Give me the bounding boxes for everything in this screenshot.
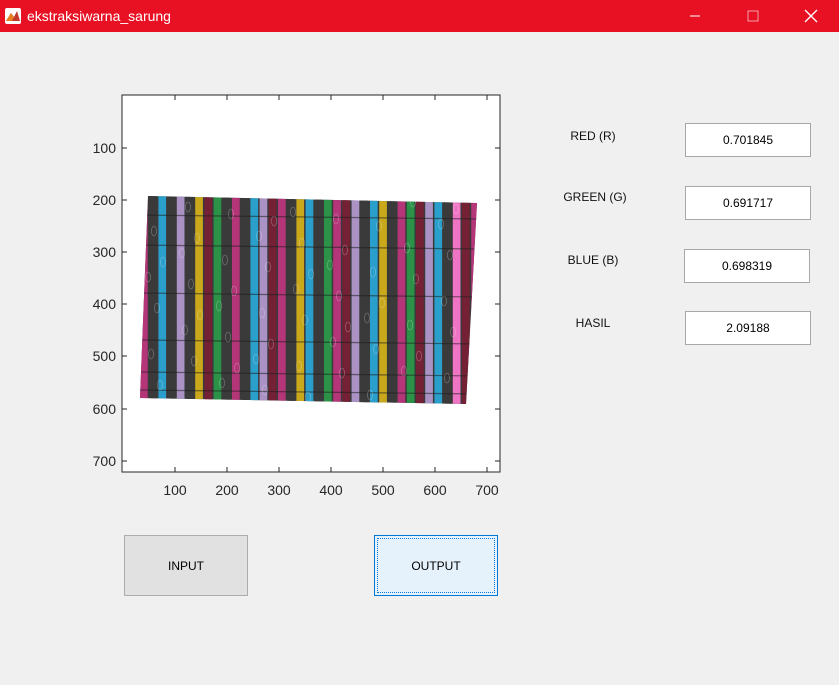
minimize-icon (690, 15, 700, 17)
sarung-stripe (149, 196, 157, 404)
red-label: RED (R) (570, 129, 616, 143)
output-button[interactable]: OUTPUT (374, 535, 498, 596)
y-tick-label: 400 (93, 296, 117, 312)
y-tick-label: 600 (93, 401, 117, 417)
sarung-stripe (452, 196, 461, 404)
sarung-stripe (397, 196, 406, 404)
close-button[interactable] (782, 0, 839, 32)
window-title: ekstraksiwarna_sarung (27, 8, 171, 24)
x-tick-label: 100 (163, 482, 187, 498)
sarung-image (140, 196, 477, 404)
sarung-stripe (250, 196, 259, 404)
sarung-stripe (158, 196, 167, 404)
sarung-stripe (213, 196, 222, 404)
y-tick-label: 100 (93, 140, 117, 156)
x-tick-label: 400 (319, 482, 343, 498)
sarung-stripe (167, 196, 176, 404)
image-axes: 100 200 300 400 500 600 700 100 200 300 400 500 600… (93, 94, 501, 498)
sarung-stripe (388, 196, 397, 404)
sarung-stripe (186, 196, 194, 404)
y-tick-label: 200 (93, 192, 117, 208)
sarung-stripe (434, 196, 443, 404)
blue-label: BLUE (B) (567, 253, 619, 267)
y-tick-label: 500 (93, 348, 117, 364)
matlab-logo-icon (5, 8, 21, 24)
sarung-stripe (443, 196, 452, 404)
title-bar: ekstraksiwarna_sarung (0, 0, 839, 32)
blue-value-field[interactable]: 0.698319 (684, 249, 810, 283)
close-icon (804, 9, 818, 23)
sarung-stripe (204, 196, 213, 404)
sarung-stripe (406, 196, 415, 404)
x-tick-label: 600 (423, 482, 447, 498)
maximize-button[interactable] (724, 0, 782, 32)
sarung-stripe (232, 196, 240, 404)
sarung-stripe (259, 196, 268, 404)
sarung-stripe (241, 196, 249, 404)
sarung-stripe (379, 196, 387, 404)
sarung-stripe (425, 196, 433, 404)
y-tick-label: 300 (93, 244, 117, 260)
x-tick-label: 300 (267, 482, 291, 498)
sarung-stripe (416, 196, 424, 404)
sarung-stripe (176, 196, 185, 404)
x-tick-label: 200 (215, 482, 239, 498)
red-value-field[interactable]: 0.701845 (685, 123, 811, 157)
green-label: GREEN (G) (563, 190, 627, 204)
maximize-icon (747, 10, 759, 22)
green-value-field[interactable]: 0.691717 (685, 186, 811, 220)
sarung-stripe (222, 196, 231, 404)
hasil-label: HASIL (575, 316, 611, 330)
input-button[interactable]: INPUT (124, 535, 248, 596)
y-tick-label: 700 (93, 453, 117, 469)
sarung-stripe (195, 196, 203, 404)
hasil-value-field[interactable]: 2.09188 (685, 311, 811, 345)
x-tick-label: 500 (371, 482, 395, 498)
x-tick-label: 700 (475, 482, 499, 498)
minimize-button[interactable] (666, 0, 724, 32)
app-window: ekstraksiwarna_sarung 100 200 300 400 500 600… (0, 0, 839, 685)
